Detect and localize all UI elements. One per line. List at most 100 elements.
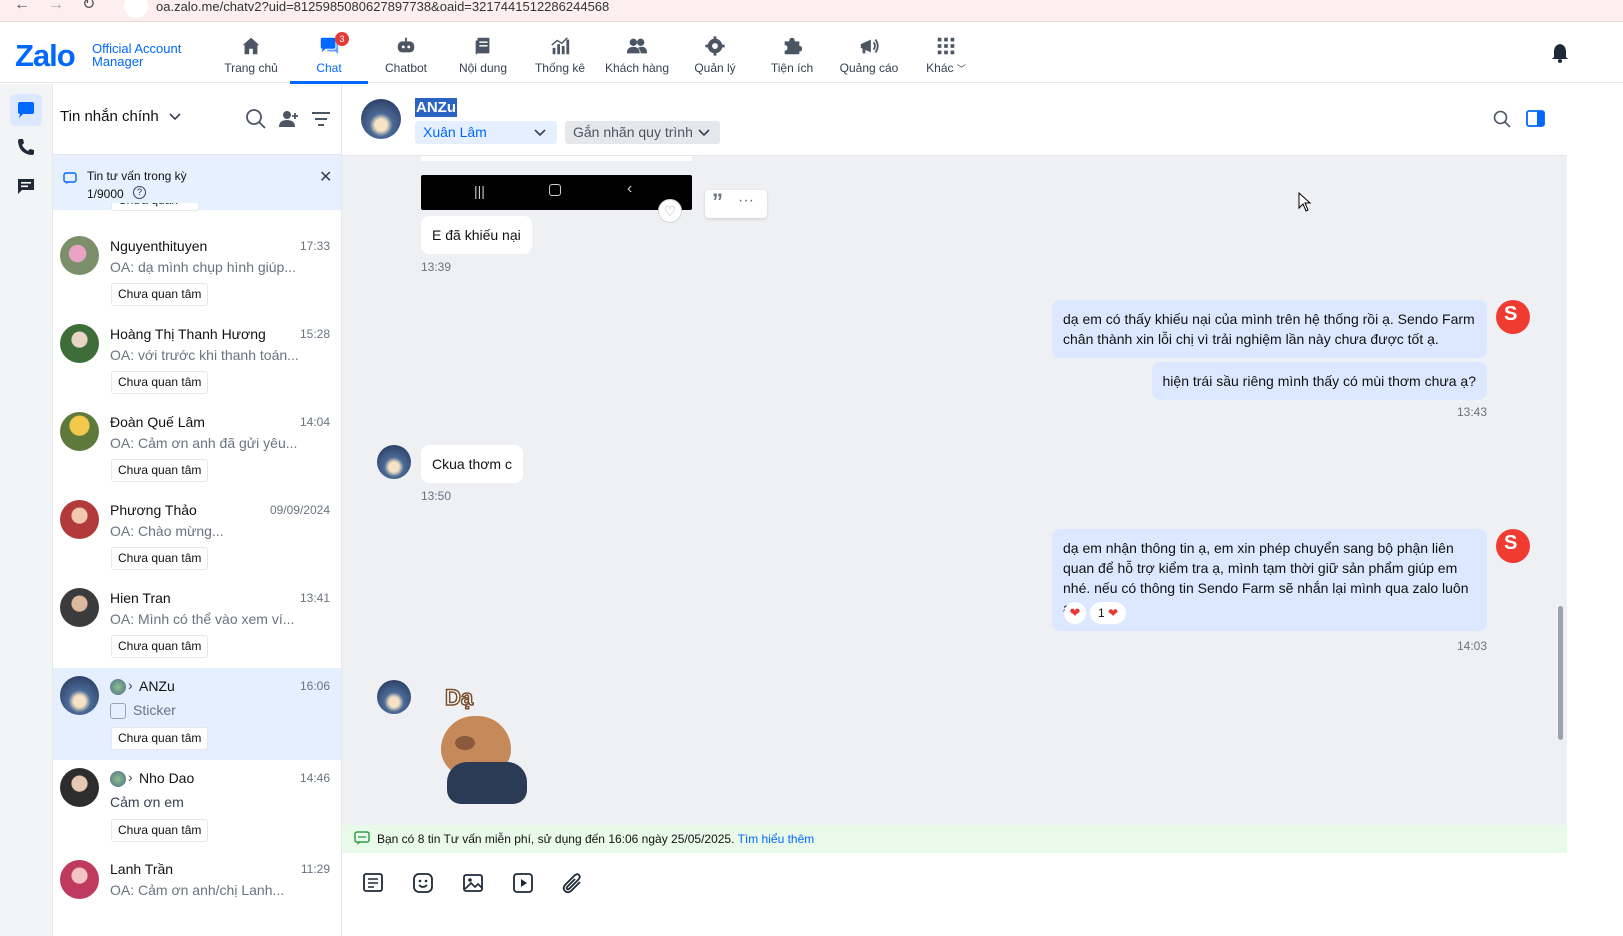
heart-icon: ❤ [1108, 606, 1119, 620]
message-actions: ” ··· [705, 190, 767, 218]
nav-customers[interactable]: Khách hàng [598, 29, 676, 83]
conversation-preview: Cảm ơn em [110, 794, 184, 810]
assignee-select[interactable]: Xuân Lâm [415, 121, 557, 144]
nav-chatbot[interactable]: Chatbot [367, 29, 445, 83]
group-avatar-icon [110, 679, 126, 695]
message-text: Ckua thơm c [432, 456, 512, 472]
left-rail [0, 84, 53, 936]
message-text: E đã khiếu nại [432, 227, 521, 243]
gear-icon [705, 36, 725, 56]
rail-comments[interactable] [10, 170, 42, 202]
chat-scrollbar[interactable] [1558, 606, 1563, 740]
conversation-item[interactable]: Hoàng Thị Thanh Hương 15:28 OA: với trướ… [53, 314, 341, 406]
filter-icon[interactable] [311, 111, 331, 127]
contact-avatar[interactable] [361, 99, 401, 139]
message-icon [18, 102, 34, 118]
avatar [60, 500, 99, 539]
conversation-item[interactable]: Phương Thảo 09/09/2024 OA: Chào mừng... … [53, 490, 341, 582]
nav-label: Nội dung [458, 61, 508, 75]
more-icon[interactable]: ··· [738, 192, 754, 210]
conversation-tag[interactable]: Chưa quan tâm [111, 459, 209, 482]
conversation-item-active[interactable]: › ANZu 16:06 Sticker Chưa quan tâm [53, 668, 341, 760]
chevron-right-icon: › [128, 677, 133, 693]
assignee-value: Xuân Lâm [423, 124, 487, 140]
nav-manage[interactable]: Quản lý [676, 29, 754, 83]
conversation-item[interactable]: Nguyenthituyen 17:33 OA: dạ mình chụp hì… [53, 226, 341, 318]
close-icon[interactable]: ✕ [319, 167, 332, 187]
bell-icon[interactable] [1551, 43, 1569, 63]
inbox-filter-dropdown[interactable]: Tin nhắn chính [60, 108, 181, 125]
conversation-time: 15:28 [299, 327, 330, 341]
message-bubble-sent[interactable]: dạ em có thấy khiếu nại của mình trên hệ… [1052, 300, 1487, 358]
nav-home[interactable]: Trang chủ [212, 29, 290, 83]
site-info-icon[interactable] [124, 0, 148, 18]
message-time: 14:03 [1457, 639, 1488, 653]
nav-more[interactable]: Khác ﹀ [907, 29, 985, 83]
sticker-icon[interactable] [411, 871, 435, 895]
react-heart-button[interactable]: ♡ [658, 199, 682, 223]
nav-ads[interactable]: Quảng cáo [830, 29, 908, 83]
nav-utilities[interactable]: Tiện ích [753, 29, 831, 83]
contact-avatar [377, 445, 411, 479]
video-icon[interactable] [511, 871, 535, 895]
image-icon[interactable] [461, 871, 485, 895]
chat-unread-badge: 3 [335, 32, 349, 46]
rail-messages[interactable] [10, 94, 42, 126]
nav-label-wrap: Khác ﹀ [907, 61, 985, 75]
oa-logo-icon: S [1504, 532, 1518, 554]
conversation-tag[interactable]: Chưa quan tâm [111, 283, 209, 306]
address-bar[interactable]: oa.zalo.me/chatv2?uid=812598508062789773… [156, 0, 609, 14]
reload-icon[interactable]: ↻ [82, 0, 95, 13]
learn-more-link[interactable]: Tìm hiểu thêm [738, 832, 815, 846]
conversation-name: Lanh Trần [110, 861, 174, 877]
nav-label: Chatbot [384, 61, 428, 75]
conversation-tag[interactable]: Chưa quan tâm [111, 547, 209, 570]
attachment-icon[interactable] [561, 871, 585, 895]
oa-logo-icon: S [1504, 303, 1518, 325]
heart-reaction-icon[interactable]: ❤ [1064, 602, 1086, 624]
conversation-preview: Sticker [133, 702, 176, 718]
label-select[interactable]: Gắn nhãn quy trình [565, 121, 720, 144]
forward-icon[interactable]: → [48, 0, 64, 13]
side-panel-icon[interactable] [1526, 110, 1545, 127]
conversation-time: 16:06 [299, 679, 330, 693]
search-icon[interactable] [1493, 110, 1511, 128]
message-bubble-sent[interactable]: dạ em nhận thông tin ạ, em xin phép chuy… [1052, 529, 1487, 631]
message-bubble-sent[interactable]: hiện trái sầu riêng mình thấy có mùi thơ… [1151, 362, 1487, 400]
sticker-message[interactable]: Dạ [435, 680, 535, 808]
conversation-tag[interactable]: Chưa quan tâm [111, 371, 209, 394]
conversation-tag[interactable]: Chưa quan tâm [111, 727, 209, 750]
nav-chat[interactable]: 3 Chat [290, 29, 368, 84]
message-time: 13:39 [421, 260, 452, 274]
ads-icon [860, 39, 879, 54]
quote-icon[interactable]: ” [712, 191, 723, 213]
quick-reply-icon[interactable] [361, 871, 385, 895]
conversation-item[interactable]: › Nho Dao 14:46 Cảm ơn em Chưa quan tâm [53, 760, 341, 852]
nav-stats[interactable]: Thống kê [521, 29, 599, 83]
contact-name[interactable]: ANZu [415, 98, 457, 117]
reaction-count-value: 1 [1098, 606, 1105, 620]
help-icon[interactable]: ? [133, 186, 146, 199]
message-bubble-received[interactable]: E đã khiếu nại [421, 216, 532, 254]
image-message[interactable]: ||| ‹ [421, 175, 692, 210]
logo-brand: Zalo [15, 38, 76, 73]
reaction-count[interactable]: 1 ❤ [1090, 602, 1127, 624]
back-icon[interactable]: ← [14, 0, 30, 13]
zalo-oa-logo[interactable]: Zalo Official Account Manager [15, 38, 181, 74]
conversation-tag[interactable]: Chưa quan tâm [111, 635, 209, 658]
conversation-name: Phương Thảo [110, 502, 197, 518]
chat-header: ANZu Xuân Lâm Gắn nhãn quy trình [342, 84, 1567, 156]
nav-content[interactable]: Nội dung [444, 29, 522, 83]
label-select-value: Gắn nhãn quy trình [573, 124, 693, 140]
search-icon[interactable] [245, 108, 266, 129]
conversation-item[interactable]: Đoàn Quế Lâm 14:04 OA: Cảm ơn anh đã gửi… [53, 402, 341, 494]
conversation-name: ANZu [139, 678, 175, 694]
conversation-time: 14:04 [299, 415, 330, 429]
message-list: ||| ‹ ♡ ” ··· E đã khiếu nại 13:39 dạ em… [342, 156, 1567, 825]
conversation-item[interactable]: Hien Tran 13:41 OA: Mình có thể vào xem … [53, 578, 341, 670]
conversation-item[interactable]: Lanh Trần 11:29 OA: Cảm ơn anh/chị Lanh.… [53, 852, 341, 936]
add-contact-icon[interactable] [278, 110, 299, 128]
message-bubble-received[interactable]: Ckua thơm c [421, 445, 523, 483]
rail-calls[interactable] [10, 131, 42, 163]
conversation-tag[interactable]: Chưa quan tâm [111, 819, 209, 842]
